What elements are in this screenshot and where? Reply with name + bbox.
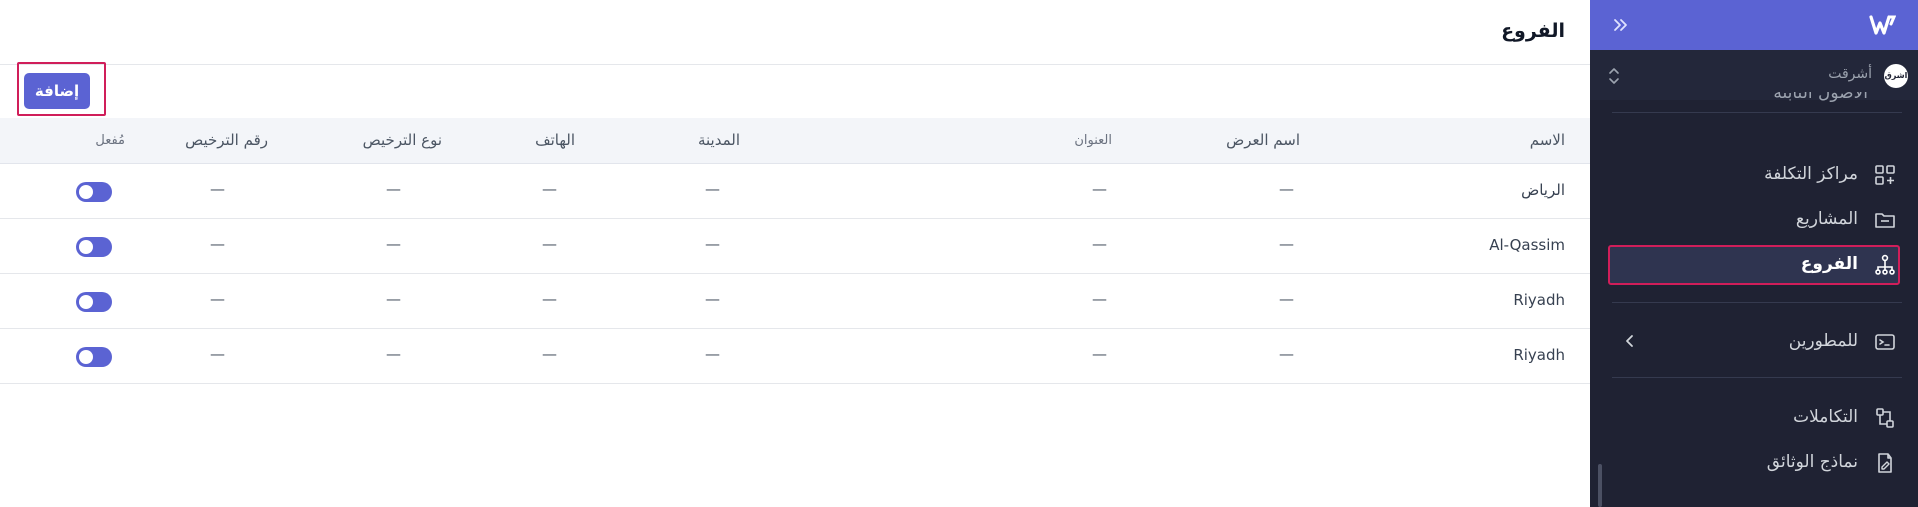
toggle-knob (79, 185, 93, 199)
sidebar-item-integrations[interactable]: التكاملات (1608, 398, 1900, 438)
cell-name: Riyadh (1513, 346, 1565, 364)
branches-icon (1875, 254, 1895, 275)
sidebar-divider (1612, 377, 1902, 378)
sidebar-item-projects[interactable]: المشاريع (1608, 200, 1900, 240)
sidebar-item-label: الفروع (1800, 254, 1858, 274)
column-header-name[interactable]: الاسم (1530, 131, 1565, 149)
column-header-address[interactable]: العنوان (1074, 133, 1112, 148)
page-title: الفروع (1501, 20, 1565, 42)
grid-plus-icon (1875, 165, 1895, 185)
cell-address: — (1092, 290, 1107, 308)
sidebar-item-label: المشاريع (1795, 209, 1858, 229)
company-avatar: اشرق (1884, 64, 1908, 88)
sidebar-item-cost-centers[interactable]: مراكز التكلفة (1608, 155, 1900, 195)
toggle-knob (79, 295, 93, 309)
cell-phone: — (542, 290, 557, 308)
sidebar: اشرق أشرقت الأصول الثابتة مراكز التكلفة … (1590, 0, 1918, 507)
cell-display-name: — (1279, 180, 1294, 198)
cell-name: Al-Qassim (1489, 236, 1565, 254)
app-logo-icon (1869, 15, 1896, 35)
enabled-toggle[interactable] (76, 347, 112, 367)
cell-name: Riyadh (1513, 291, 1565, 309)
sidebar-item-label: مراكز التكلفة (1764, 164, 1858, 184)
cell-name: الرياض (1521, 181, 1565, 199)
main-content: الفروع إضافة الاسم اسم العرض العنوان الم… (0, 0, 1590, 507)
cell-address: — (1092, 345, 1107, 363)
cell-license-number: — (210, 180, 225, 198)
table-header: الاسم اسم العرض العنوان المدينة الهاتف ن… (0, 118, 1590, 164)
sidebar-item-developers[interactable]: للمطورين (1608, 322, 1900, 362)
cell-city: — (705, 180, 720, 198)
cell-city: — (705, 235, 720, 253)
sidebar-item-label: التكاملات (1793, 407, 1858, 427)
table-row[interactable]: الرياض — — — — — — (0, 164, 1590, 219)
app: الفروع إضافة الاسم اسم العرض العنوان الم… (0, 0, 1918, 507)
column-header-display-name[interactable]: اسم العرض (1226, 131, 1300, 149)
chevron-left-icon (1626, 335, 1633, 347)
sidebar-divider (1612, 302, 1902, 303)
company-name: أشرقت (1828, 66, 1872, 82)
cell-address: — (1092, 180, 1107, 198)
page-header: الفروع (0, 0, 1590, 65)
cell-display-name: — (1279, 290, 1294, 308)
cell-license-type: — (386, 180, 401, 198)
table-row[interactable]: Riyadh — — — — — — (0, 274, 1590, 329)
cell-license-number: — (210, 235, 225, 253)
sidebar-item-label: للمطورين (1788, 331, 1858, 351)
cell-phone: — (542, 235, 557, 253)
cell-license-number: — (210, 345, 225, 363)
toggle-knob (79, 350, 93, 364)
collapse-sidebar-icon[interactable] (1610, 14, 1632, 36)
column-header-enabled[interactable]: مُفعل (95, 133, 125, 148)
cell-phone: — (542, 180, 557, 198)
enabled-toggle[interactable] (76, 237, 112, 257)
cell-city: — (705, 345, 720, 363)
column-header-phone[interactable]: الهاتف (535, 131, 575, 149)
cell-address: — (1092, 235, 1107, 253)
column-header-license-number[interactable]: رقم الترخيص (185, 131, 268, 149)
cell-license-type: — (386, 290, 401, 308)
sidebar-scrollbar[interactable] (1598, 464, 1602, 507)
branches-table: الاسم اسم العرض العنوان المدينة الهاتف ن… (0, 118, 1590, 384)
cell-city: — (705, 290, 720, 308)
enabled-toggle[interactable] (76, 182, 112, 202)
toggle-knob (79, 240, 93, 254)
column-header-license-type[interactable]: نوع الترخيص (363, 131, 442, 149)
table-row[interactable]: Riyadh — — — — — — (0, 329, 1590, 384)
cell-display-name: — (1279, 345, 1294, 363)
cell-license-type: — (386, 345, 401, 363)
terminal-icon (1875, 334, 1895, 350)
sidebar-item-branches[interactable]: الفروع (1608, 245, 1900, 285)
enabled-toggle[interactable] (76, 292, 112, 312)
column-header-city[interactable]: المدينة (698, 131, 740, 149)
document-edit-icon (1878, 453, 1892, 473)
sidebar-item-label: نماذج الوثائق (1766, 452, 1858, 472)
sidebar-header (1590, 0, 1918, 50)
table-row[interactable]: Al-Qassim — — — — — — (0, 219, 1590, 274)
sidebar-divider (1612, 112, 1902, 113)
folder-icon (1875, 213, 1895, 228)
add-button[interactable]: إضافة (24, 73, 90, 109)
cell-license-type: — (386, 235, 401, 253)
sidebar-item-document-templates[interactable]: نماذج الوثائق (1608, 443, 1900, 483)
cell-license-number: — (210, 290, 225, 308)
integrations-icon (1876, 408, 1894, 428)
chevron-up-down-icon[interactable] (1607, 64, 1621, 88)
cell-phone: — (542, 345, 557, 363)
cell-display-name: — (1279, 235, 1294, 253)
